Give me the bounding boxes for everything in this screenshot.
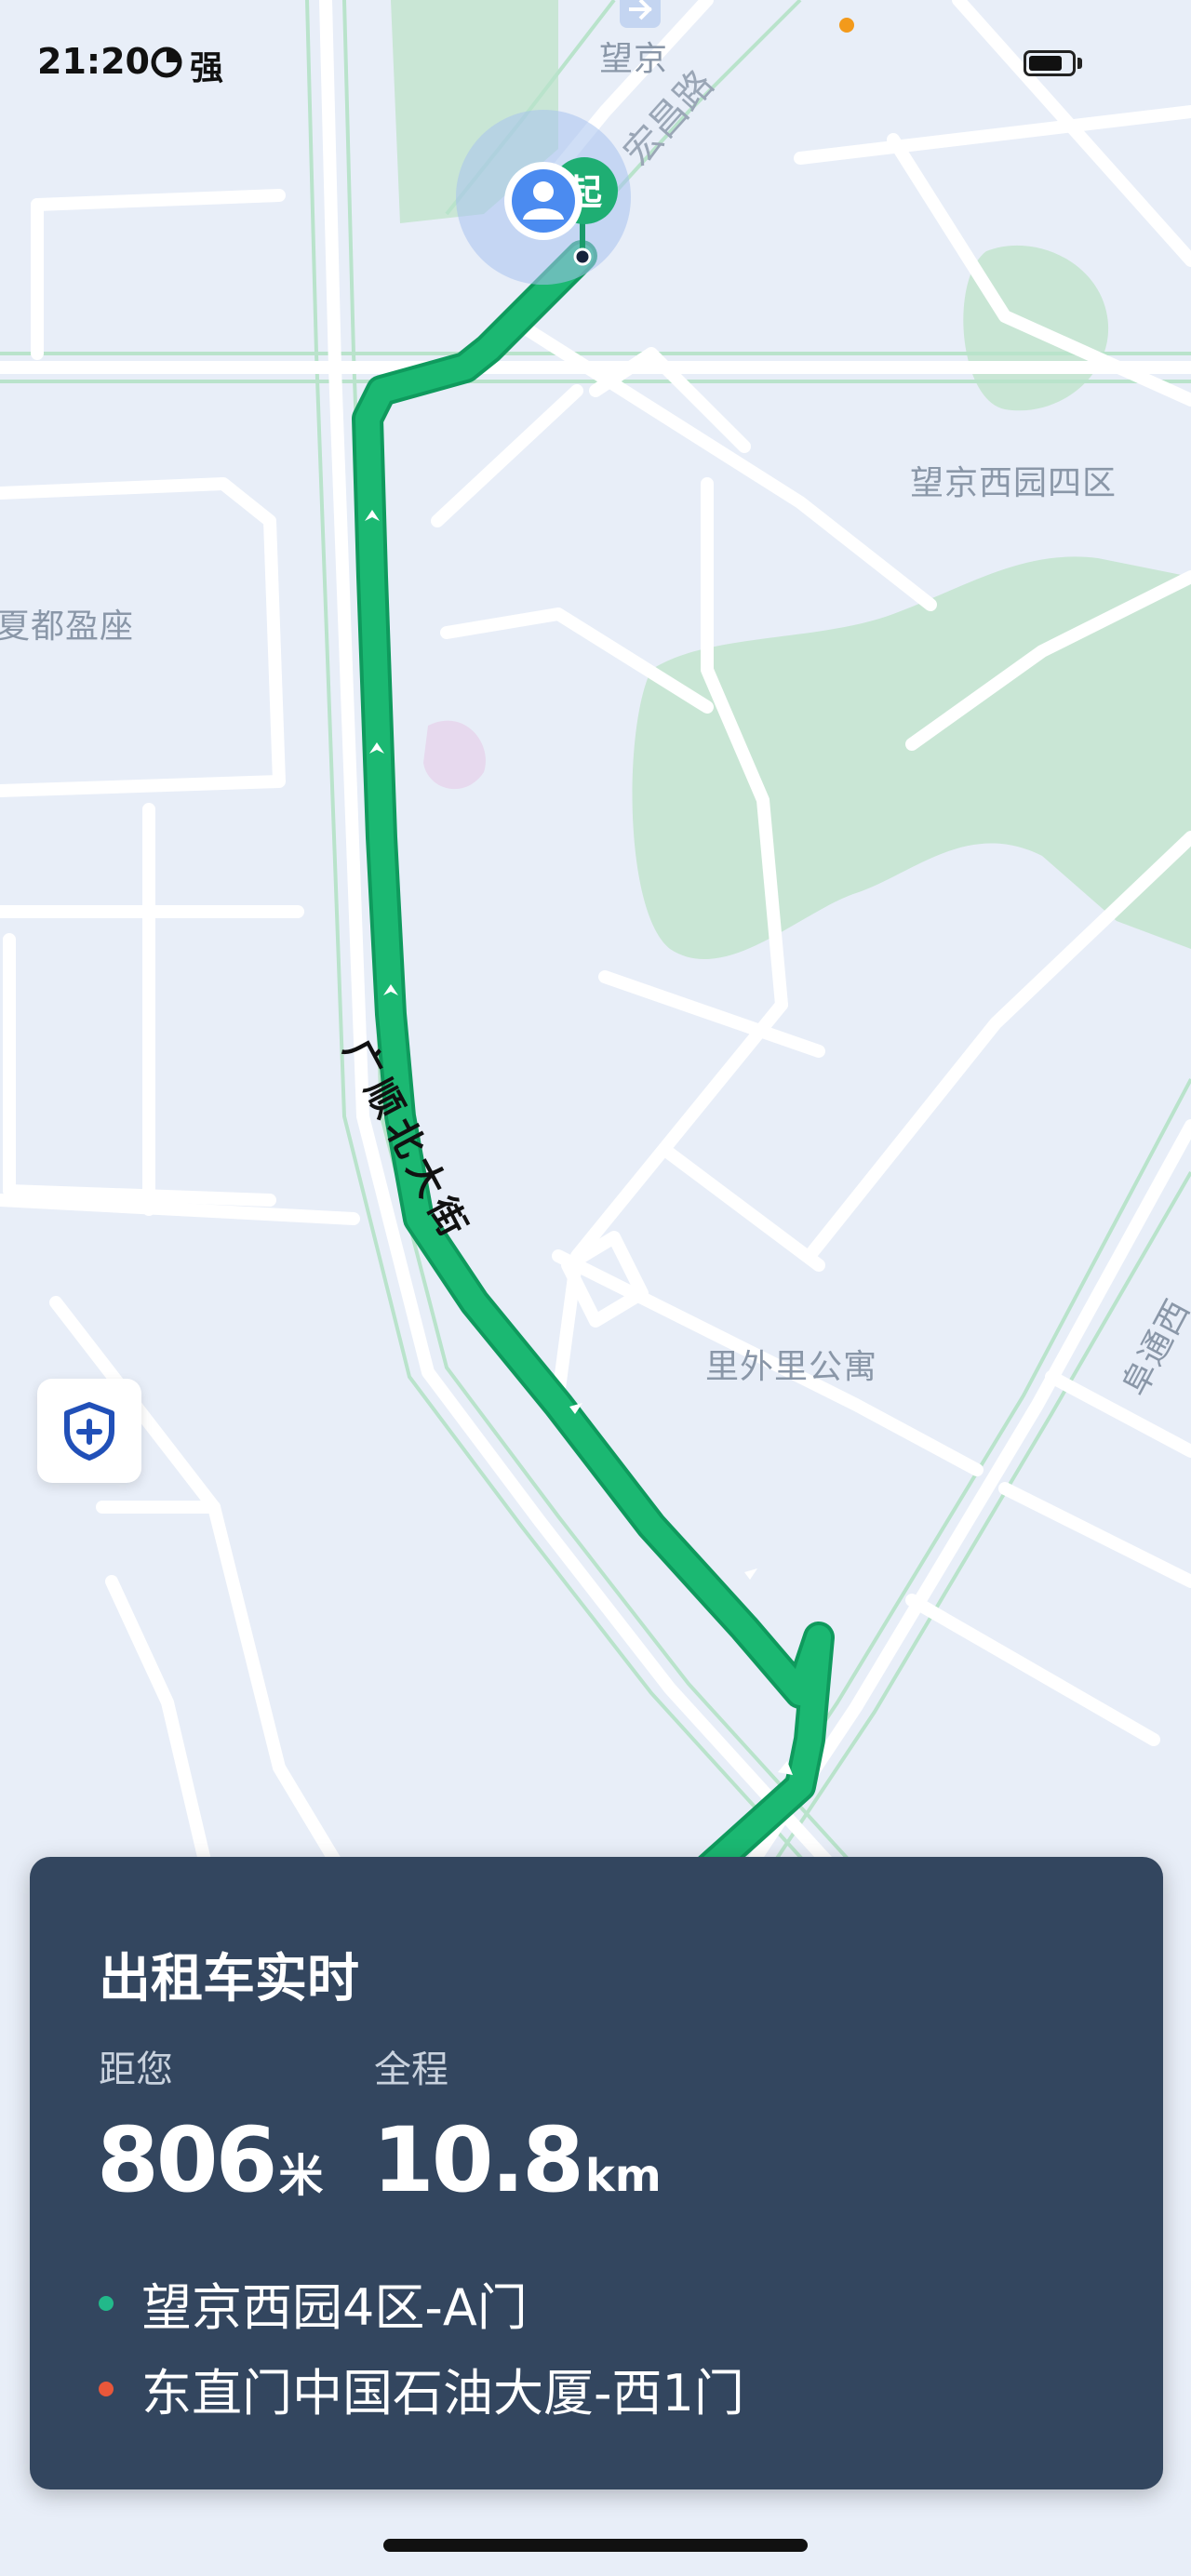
app-screen: 起 望京 宏昌路 望京西园四区 夏都盈座 广顺北大街 里外里公寓 阜通西 21:… <box>0 0 1191 2576</box>
total-distance: 全程 10.8km <box>372 2039 662 2212</box>
distance-to-you-number: 806 <box>97 2108 277 2212</box>
start-pin-dot <box>573 247 592 266</box>
carrier-signal-icon <box>151 47 182 78</box>
signal-strength-label: 强 <box>190 49 224 87</box>
battery-cap <box>1077 58 1082 69</box>
dropoff-location-text: 东直门中国石油大厦-西1门 <box>141 2364 744 2423</box>
total-distance-label: 全程 <box>374 2049 448 2091</box>
distance-to-you-value: 806米 <box>97 2108 323 2212</box>
shield-plus-icon <box>64 1402 114 1461</box>
distance-to-you-unit: 米 <box>278 2150 324 2202</box>
distance-to-you: 距您 806米 <box>97 2039 323 2212</box>
map-label-building: 夏都盈座 <box>0 607 135 646</box>
map-label-apartment: 里外里公寓 <box>705 1348 878 1386</box>
battery-level <box>1029 56 1062 71</box>
home-indicator[interactable] <box>383 2539 808 2552</box>
total-distance-value: 10.8km <box>372 2108 662 2212</box>
status-bar: 21:20 强 <box>0 0 1191 121</box>
card-title: 出租车实时 <box>99 1949 359 2009</box>
dropoff-location: 东直门中国石油大厦-西1门 <box>99 2352 744 2425</box>
pickup-location-text: 望京西园4区-A门 <box>141 2278 528 2337</box>
battery-icon <box>1024 50 1076 76</box>
pickup-dot-icon <box>99 2295 114 2311</box>
dropoff-dot-icon <box>99 2381 114 2396</box>
total-distance-number: 10.8 <box>372 2108 584 2212</box>
total-distance-unit: km <box>584 2150 662 2202</box>
trip-info-card[interactable]: 出租车实时 距您 806米 全程 10.8km 望京西园4区-A门 东直门中国石… <box>30 1857 1163 2489</box>
safety-shield-button[interactable] <box>37 1379 141 1483</box>
status-time: 21:20 <box>37 41 150 82</box>
map-label-district: 望京西园四区 <box>910 464 1117 502</box>
distance-to-you-label: 距您 <box>99 2049 173 2091</box>
pickup-location: 望京西园4区-A门 <box>99 2266 528 2340</box>
